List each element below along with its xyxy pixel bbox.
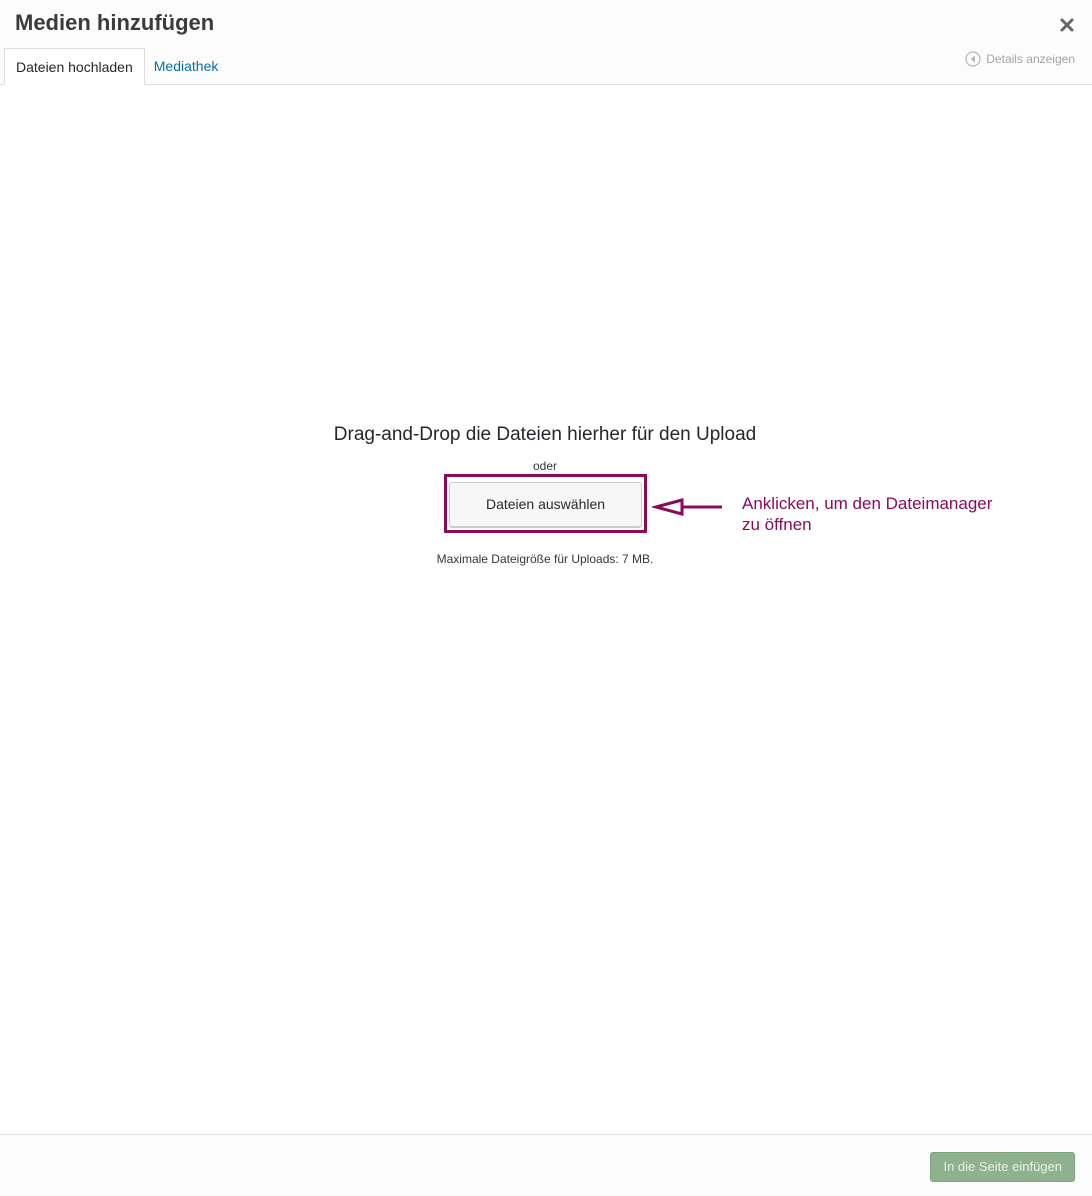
tab-bar: Dateien hochladen Mediathek xyxy=(4,48,229,85)
annotation-line: zu öffnen xyxy=(742,515,812,534)
tab-upload-files[interactable]: Dateien hochladen xyxy=(4,48,145,85)
annotation-line: Anklicken, um den Dateimanager xyxy=(742,494,993,513)
drop-instructions: Drag-and-Drop die Dateien hierher für de… xyxy=(333,424,757,445)
or-separator: oder xyxy=(532,459,558,473)
modal-footer: In die Seite einfügen xyxy=(0,1134,1092,1196)
upload-drop-zone[interactable]: Drag-and-Drop die Dateien hierher für de… xyxy=(0,86,1092,1134)
insert-into-page-button[interactable]: In die Seite einfügen xyxy=(930,1152,1075,1182)
annotation-arrow-icon xyxy=(652,498,722,516)
annotation-text: Anklicken, um den Dateimanager zu öffnen xyxy=(742,493,992,535)
details-toggle[interactable]: Details anzeigen xyxy=(965,51,1075,67)
close-button[interactable] xyxy=(1056,14,1078,36)
max-upload-size: Maximale Dateigröße für Uploads: 7 MB. xyxy=(436,552,654,566)
circle-arrow-left-icon xyxy=(965,51,981,67)
select-files-button[interactable]: Dateien auswählen xyxy=(449,482,642,527)
media-modal: Medien hinzufügen Dateien hochladen Medi… xyxy=(0,0,1092,1196)
modal-header: Medien hinzufügen Dateien hochladen Medi… xyxy=(0,0,1092,85)
modal-title: Medien hinzufügen xyxy=(15,10,215,35)
close-icon xyxy=(1060,18,1074,32)
tab-media-library[interactable]: Mediathek xyxy=(145,48,230,85)
details-toggle-label: Details anzeigen xyxy=(986,52,1075,66)
